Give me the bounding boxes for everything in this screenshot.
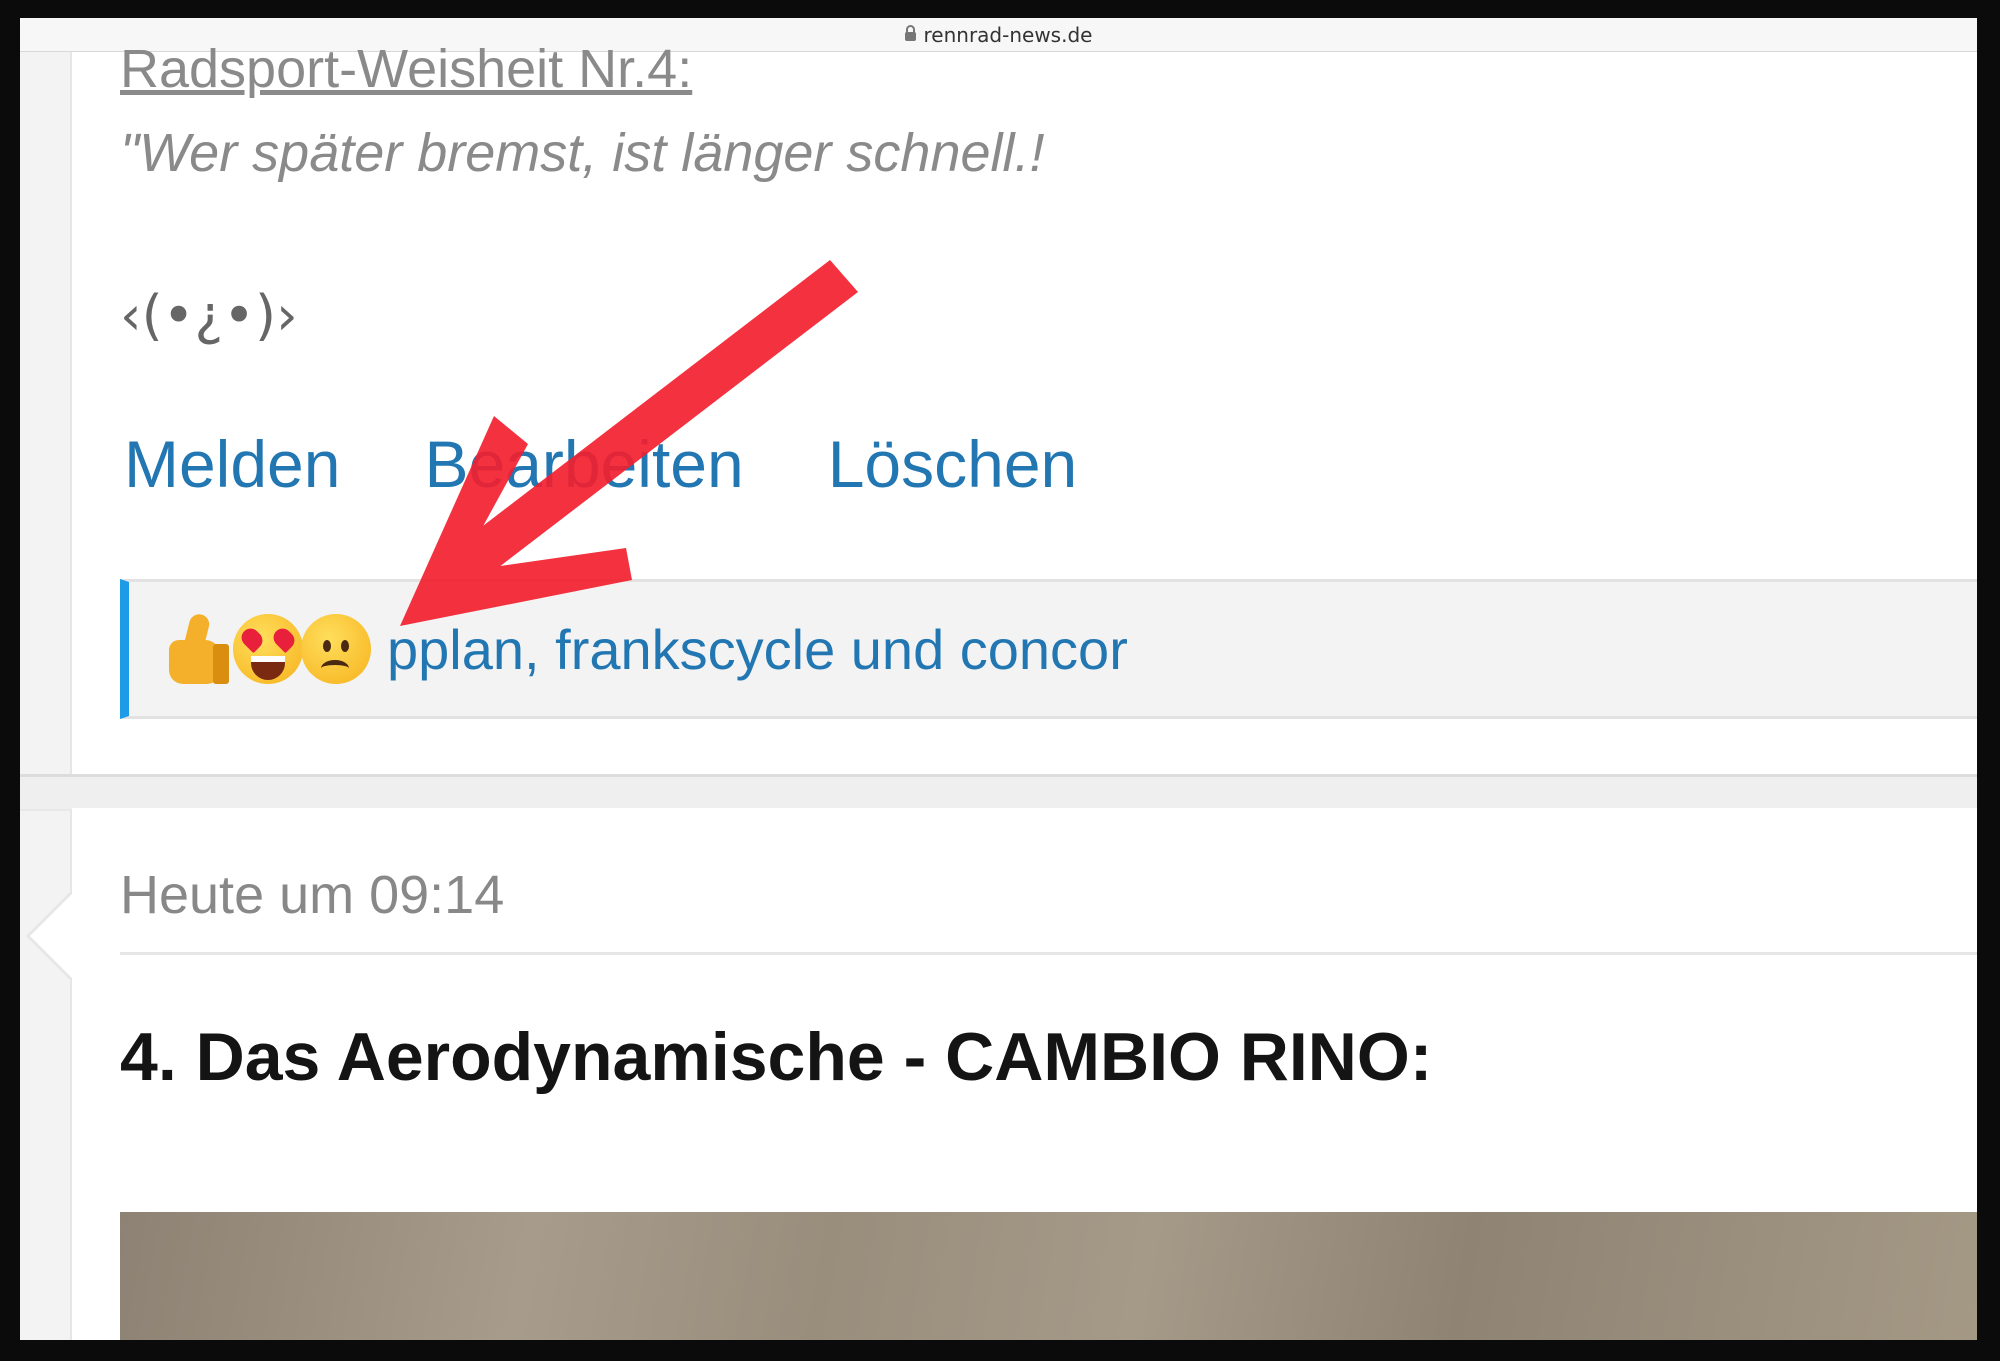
- reactions-bar[interactable]: pplan, frankscycle und concor: [120, 579, 1977, 719]
- sad-face-icon: [301, 614, 371, 684]
- reaction-users-link[interactable]: pplan, frankscycle und concor: [387, 617, 1128, 682]
- heart-eyes-icon: [233, 614, 303, 684]
- edit-link[interactable]: Bearbeiten: [424, 426, 743, 502]
- url-text: rennrad-news.de: [923, 22, 1093, 47]
- signature-quote: "Wer später bremst, ist länger schnell.!: [120, 123, 1045, 183]
- forum-content: Radsport-Weisheit Nr.4: "Wer später brem…: [20, 39, 1977, 1340]
- signature-ascii-face: ‹(•¿•)›: [120, 284, 298, 347]
- post-timestamp[interactable]: Heute um 09:14: [120, 864, 504, 926]
- post-image[interactable]: [120, 1212, 1977, 1340]
- browser-screen: rennrad-news.de Radsport-Weisheit Nr.4: …: [20, 18, 1977, 1340]
- left-gutter: [20, 52, 72, 1340]
- delete-link[interactable]: Löschen: [828, 426, 1078, 502]
- post-heading: 4. Das Aerodynamische - CAMBIO RINO:: [120, 1019, 1433, 1095]
- signature-title[interactable]: Radsport-Weisheit Nr.4:: [120, 38, 692, 100]
- lock-icon: [904, 25, 916, 41]
- thumbs-up-icon: [165, 612, 235, 684]
- post-separator: [20, 774, 1977, 811]
- reaction-icons: [165, 612, 371, 684]
- post-pointer-fill: [30, 894, 72, 978]
- report-link[interactable]: Melden: [124, 426, 340, 502]
- post-actions: Melden Bearbeiten Löschen: [124, 426, 1077, 502]
- timestamp-divider: [120, 952, 1977, 955]
